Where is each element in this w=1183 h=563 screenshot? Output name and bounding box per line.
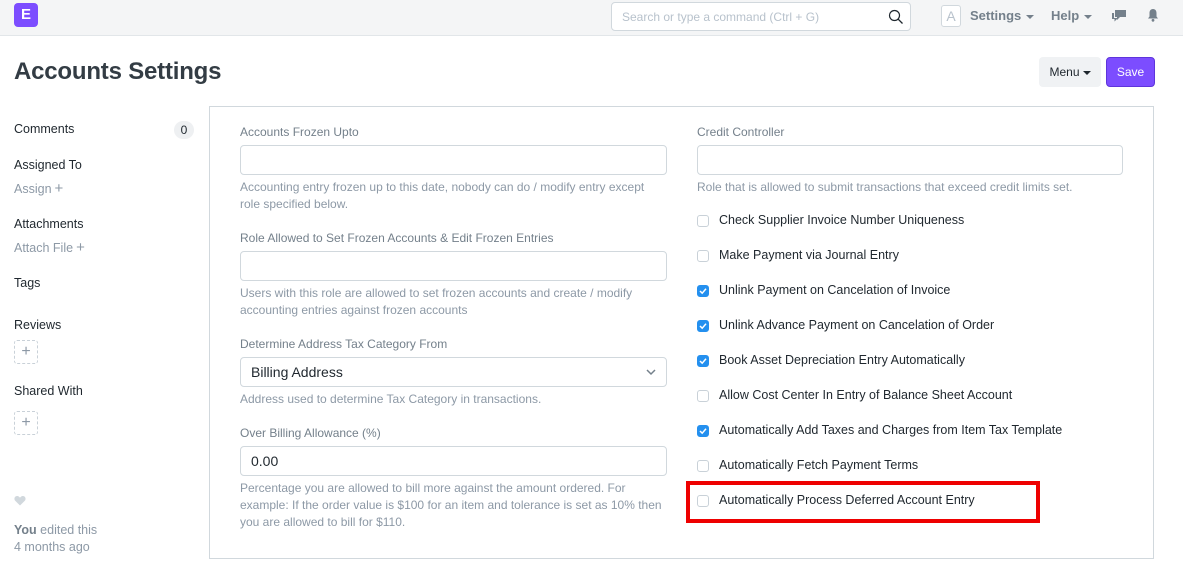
tags-label[interactable]: Tags <box>14 276 40 290</box>
tax-category-from-help: Address used to determine Tax Category i… <box>240 392 542 406</box>
plus-icon: + <box>54 180 64 197</box>
edited-time: 4 months ago <box>14 540 90 554</box>
edited-by: You <box>14 523 37 537</box>
checkbox-label: Book Asset Depreciation Entry Automatica… <box>719 353 965 367</box>
frozen-role-input[interactable] <box>240 251 667 281</box>
check-icon <box>699 358 707 365</box>
comments-count-badge: 0 <box>174 121 194 139</box>
checkbox-unchecked[interactable] <box>697 495 709 507</box>
credit-controller-input[interactable] <box>697 145 1123 175</box>
tax-category-from-value: Billing Address <box>251 364 343 380</box>
last-edited-info: You edited this 4 months ago <box>14 522 97 556</box>
settings-dropdown[interactable]: Settings <box>970 8 1035 23</box>
credit-controller-help: Role that is allowed to submit transacti… <box>697 180 1073 194</box>
checkbox-label: Unlink Payment on Cancelation of Invoice <box>719 283 951 297</box>
settings-label: Settings <box>970 8 1022 23</box>
checkbox-label: Check Supplier Invoice Number Uniqueness <box>719 213 965 227</box>
over-billing-input[interactable] <box>240 446 667 476</box>
save-button[interactable]: Save <box>1106 57 1155 87</box>
menu-label: Menu <box>1049 65 1080 79</box>
checkbox-label: Allow Cost Center In Entry of Balance Sh… <box>719 388 1013 402</box>
frozen-upto-help: Accounting entry frozen up to this date,… <box>240 180 645 211</box>
shared-with-label: Shared With <box>14 384 83 398</box>
heart-icon[interactable] <box>14 495 26 506</box>
over-billing-label: Over Billing Allowance (%) <box>240 426 381 440</box>
caret-down-icon <box>1084 14 1093 19</box>
tax-category-from-label: Determine Address Tax Category From <box>240 337 448 351</box>
comments-label[interactable]: Comments <box>14 122 74 136</box>
check-icon <box>699 428 707 435</box>
checkbox-checked[interactable] <box>697 425 709 437</box>
over-billing-help: Percentage you are allowed to bill more … <box>240 481 662 529</box>
help-dropdown[interactable]: Help <box>1051 8 1093 23</box>
checkbox-unchecked[interactable] <box>697 250 709 262</box>
frozen-upto-input[interactable] <box>240 145 667 175</box>
checkbox-unchecked[interactable] <box>697 390 709 402</box>
plus-icon: + <box>76 239 85 256</box>
checkbox-label: Automatically Add Taxes and Charges from… <box>719 423 1063 437</box>
page-title: Accounts Settings <box>14 58 222 85</box>
plus-icon: + <box>21 414 31 431</box>
attach-file-label: Attach File <box>14 241 74 255</box>
user-avatar[interactable]: A <box>941 5 961 27</box>
checkbox-label: Automatically Process Deferred Account E… <box>719 493 975 507</box>
bell-icon[interactable] <box>1147 8 1159 22</box>
assign-link[interactable]: Assign + <box>14 180 63 197</box>
checkbox-label: Automatically Fetch Payment Terms <box>719 458 919 472</box>
frozen-role-help: Users with this role are allowed to set … <box>240 286 633 317</box>
add-review-button[interactable]: + <box>14 340 38 364</box>
chevron-down-icon <box>646 369 656 376</box>
checkbox-label: Unlink Advance Payment on Cancelation of… <box>719 318 995 332</box>
tax-category-from-select[interactable]: Billing Address <box>240 357 667 387</box>
top-navbar: E A Settings Help <box>0 0 1183 36</box>
search-bar[interactable] <box>611 2 911 31</box>
caret-down-icon <box>1082 70 1091 75</box>
frozen-upto-label: Accounts Frozen Upto <box>240 125 359 139</box>
attachments-label: Attachments <box>14 217 84 231</box>
checkbox-unchecked[interactable] <box>697 215 709 227</box>
checkbox-checked[interactable] <box>697 285 709 297</box>
menu-button[interactable]: Menu <box>1039 57 1101 87</box>
add-share-button[interactable]: + <box>14 411 38 435</box>
credit-controller-label: Credit Controller <box>697 125 785 139</box>
assigned-to-label: Assigned To <box>14 158 82 172</box>
reviews-label: Reviews <box>14 318 62 332</box>
edited-text: edited this <box>40 523 98 537</box>
checkbox-label: Make Payment via Journal Entry <box>719 248 899 262</box>
checkbox-checked[interactable] <box>697 355 709 367</box>
app-logo[interactable]: E <box>14 3 38 27</box>
checkbox-checked[interactable] <box>697 320 709 332</box>
plus-icon: + <box>21 343 31 360</box>
checkbox-unchecked[interactable] <box>697 460 709 472</box>
chat-icon[interactable] <box>1111 9 1127 23</box>
search-icon[interactable] <box>888 9 904 25</box>
check-icon <box>699 323 707 330</box>
frozen-role-label: Role Allowed to Set Frozen Accounts & Ed… <box>240 231 554 245</box>
help-label: Help <box>1051 8 1080 23</box>
assign-link-label: Assign <box>14 182 52 196</box>
caret-down-icon <box>1026 14 1035 19</box>
attach-file-link[interactable]: Attach File + <box>14 239 85 256</box>
check-icon <box>699 288 707 295</box>
search-input[interactable] <box>612 3 872 30</box>
